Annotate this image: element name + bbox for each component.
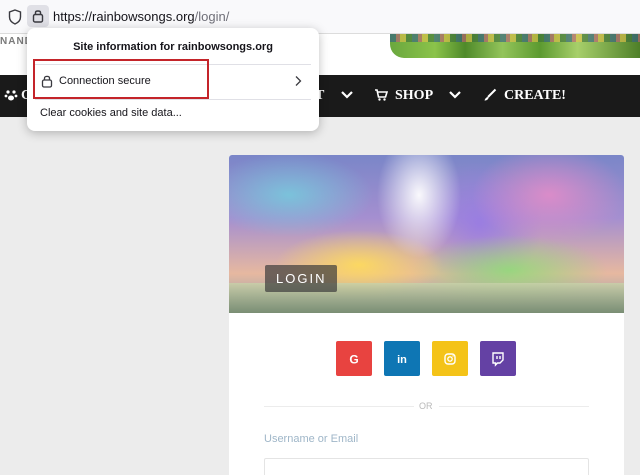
chevron-down-icon[interactable] [340,87,354,101]
linkedin-login-button[interactable]: in [384,341,420,376]
clear-cookies-item[interactable]: Clear cookies and site data... [40,107,182,119]
lock-icon [32,10,44,23]
url-field[interactable]: https://rainbowsongs.org/login/ [53,9,229,24]
or-separator: OR [419,401,433,411]
chevron-down-icon[interactable] [448,87,462,101]
shield-icon[interactable] [8,9,22,25]
site-info-popup: Site information for rainbowsongs.org Co… [27,28,319,131]
linkedin-icon: in [397,354,407,366]
divider-left [264,406,414,407]
highlight-box [33,59,209,99]
site-info-button[interactable] [27,5,49,27]
paw-icon [4,90,18,101]
popup-divider [35,99,311,100]
cart-icon [375,89,388,101]
linkedin-letter: in [397,354,407,366]
username-input[interactable] [264,458,589,475]
login-hero-image: LOGIN [229,155,624,313]
brush-icon [484,88,497,101]
nav-item-create[interactable]: CREATE! [504,88,566,104]
instagram-login-button[interactable] [432,341,468,376]
header-banner-image [390,34,640,58]
google-letter: G [349,353,358,367]
login-card: LOGIN G in OR Username or Email [229,155,624,475]
divider-right [439,406,589,407]
twitch-login-button[interactable] [480,341,516,376]
instagram-icon [444,353,456,365]
nav-item-shop[interactable]: SHOP [395,88,433,104]
url-path: /login/ [194,9,230,24]
chevron-right-icon [295,76,302,86]
popup-title: Site information for rainbowsongs.org [73,41,273,53]
username-label: Username or Email [264,433,359,445]
google-icon: G [349,353,358,367]
google-login-button[interactable]: G [336,341,372,376]
url-domain: https://rainbowsongs.org [53,9,195,24]
login-heading: LOGIN [265,265,338,292]
twitch-icon [492,352,504,367]
